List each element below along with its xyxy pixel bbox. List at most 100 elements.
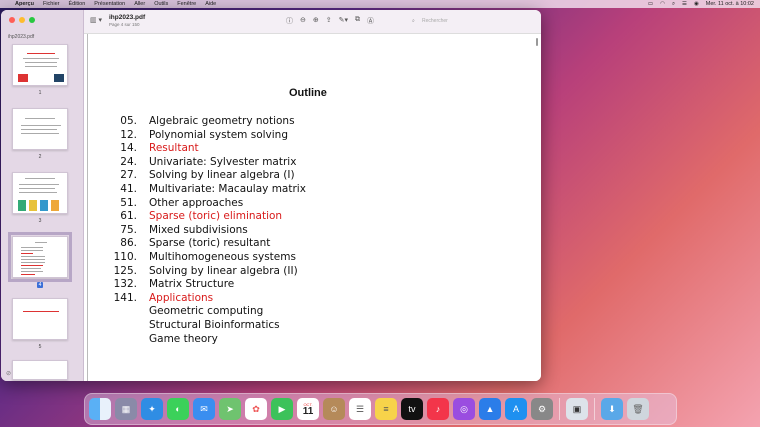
menu-fichier[interactable]: Fichier [43, 1, 60, 7]
music-icon[interactable]: ♪ [427, 398, 449, 420]
outline-page-number: 51. [120, 196, 137, 209]
outline-label: Sparse (toric) resultant [149, 237, 271, 250]
dock-separator [559, 398, 560, 420]
share-icon[interactable]: ⇪ [326, 16, 332, 26]
menu-fenetre[interactable]: Fenêtre [177, 1, 196, 7]
outline-page-number: 05. [120, 115, 137, 127]
outline-label: Applications [149, 291, 214, 304]
outline-page-number: 75. [120, 223, 137, 236]
menu-app-name[interactable]: Aperçu [15, 1, 34, 7]
keynote-icon[interactable]: ▲ [479, 398, 501, 420]
toolbar: ▥ ▾ ihp2023.pdf Page 4 sur 150 ⓘ ⊖ ⊕ ⇪ ✎… [84, 10, 541, 34]
menu-outils[interactable]: Outils [154, 1, 168, 7]
outline-label: Resultant [149, 142, 199, 155]
outline-page-number: 61. [120, 210, 137, 223]
menu-bar: Aperçu Fichier Édition Présentation Alle… [0, 0, 760, 8]
reminders-icon[interactable]: ☰ [349, 398, 371, 420]
outline-page-number: 141. [113, 291, 137, 304]
menu-aide[interactable]: Aide [205, 1, 216, 7]
finder-icon[interactable] [89, 398, 111, 420]
selected-page-badge: 4 [36, 282, 44, 288]
sidebar-toggle-icon[interactable]: ▥ ▾ [90, 16, 102, 24]
facetime-icon[interactable]: ▶ [271, 398, 293, 420]
outline-page-number: 24. [120, 155, 137, 168]
launchpad-icon[interactable]: ▦ [115, 398, 137, 420]
window-controls [9, 17, 35, 23]
outline-label: Geometric computing [149, 305, 264, 318]
zoom-button[interactable] [29, 17, 35, 23]
messages-icon[interactable]: ◐ [167, 398, 189, 420]
photos-icon[interactable]: ✿ [245, 398, 267, 420]
siri-icon[interactable]: ◉ [694, 1, 699, 7]
safari-icon[interactable]: ✦ [141, 398, 163, 420]
sidebar-filename: ihp2023.pdf [8, 34, 35, 40]
sidebar-options-icon[interactable]: ⊘ [6, 370, 11, 377]
page-heading: Outline [289, 87, 327, 99]
outline-label: Multihomogeneous systems [149, 251, 296, 263]
page-thumbnail-5[interactable] [12, 298, 68, 340]
outline-page-number: 14. [120, 142, 137, 155]
document-title: ihp2023.pdf [109, 14, 146, 21]
spotlight-icon[interactable]: ⌕ [672, 1, 675, 8]
menu-edition[interactable]: Édition [68, 1, 85, 7]
page-thumbnail-4[interactable] [8, 232, 72, 282]
menu-presentation[interactable]: Présentation [94, 1, 125, 7]
annotate-icon[interactable]: Ⓐ [367, 16, 374, 26]
window-icon[interactable]: ⧉ [355, 16, 360, 26]
mail-icon[interactable]: ✉ [193, 398, 215, 420]
markup-pen-icon[interactable]: ✎▾ [339, 16, 348, 26]
close-button[interactable] [9, 17, 15, 23]
appstore-icon[interactable]: A [505, 398, 527, 420]
trash-icon[interactable]: 🗑 [627, 398, 649, 420]
menu-aller[interactable]: Aller [134, 1, 145, 7]
outline-label: Other approaches [149, 196, 244, 209]
outline-page-number: 12. [120, 128, 137, 141]
contacts-icon[interactable]: ☺ [323, 398, 345, 420]
calendar-icon[interactable]: OCT. 11 [297, 398, 319, 420]
battery-icon[interactable]: ▭ [648, 1, 653, 7]
preview-window: ihp2023.pdf 1 2 3 4 5 ⊘ ▥ ▾ ihp2023.pdf … [1, 10, 541, 381]
podcasts-icon[interactable]: ◎ [453, 398, 475, 420]
page-number-2: 2 [38, 154, 42, 160]
outline-label: Game theory [149, 332, 218, 345]
outline-page-number: 125. [113, 264, 137, 277]
page-number-5: 5 [38, 344, 42, 350]
page-indicator: Page 4 sur 150 [109, 22, 140, 27]
search-icon: ⌕ [412, 18, 415, 24]
appletv-icon[interactable]: tv [401, 398, 423, 420]
page-thumbnail-6[interactable] [12, 360, 68, 380]
settings-icon[interactable]: ⚙ [531, 398, 553, 420]
search-placeholder: Rechercher [422, 18, 448, 24]
outline-page-number: 132. [113, 278, 137, 291]
control-center-icon[interactable]: ☰ [682, 1, 687, 7]
maps-icon[interactable]: ➤ [219, 398, 241, 420]
minimize-button[interactable] [19, 17, 25, 23]
dock: ▦ ✦ ◐ ✉ ➤ ✿ ▶ OCT. 11 ☺ ☰ ≡ tv ♪ ◎ ▲ A ⚙… [84, 393, 677, 425]
page-thumbnail-3[interactable] [12, 172, 68, 214]
zoom-out-icon[interactable]: ⊖ [300, 16, 306, 26]
wifi-icon[interactable]: ◠ [660, 1, 665, 7]
zoom-in-icon[interactable]: ⊕ [313, 16, 319, 26]
calendar-day: 11 [302, 405, 314, 417]
document-view[interactable]: Outline 05. Algebraic geometry notions 12.… [84, 34, 541, 381]
info-icon[interactable]: ⓘ [286, 16, 293, 26]
page-number-4: 4 [12, 282, 68, 288]
toolbar-icons: ⓘ ⊖ ⊕ ⇪ ✎▾ ⧉ Ⓐ [286, 16, 374, 26]
outline-page-number: 110. [113, 251, 137, 263]
outline-page-number: 86. [120, 237, 137, 250]
sidebar: ihp2023.pdf 1 2 3 4 5 ⊘ [1, 10, 84, 381]
search-field[interactable]: ⌕ Rechercher [410, 16, 530, 27]
page-number-1: 1 [38, 90, 42, 96]
preview-icon[interactable]: ▣ [566, 398, 588, 420]
outline-label: Polynomial system solving [149, 128, 288, 141]
scrollbar[interactable] [536, 38, 538, 46]
outline-label: Univariate: Sylvester matrix [149, 155, 297, 168]
downloads-icon[interactable]: ⬇ [601, 398, 623, 420]
page-thumbnail-2[interactable] [12, 108, 68, 150]
notes-icon[interactable]: ≡ [375, 398, 397, 420]
page-number-3: 3 [38, 218, 42, 224]
outline-label: Solving by linear algebra (I) [149, 169, 295, 182]
status-area: ▭ ◠ ⌕ ☰ ◉ Mer. 11 oct. à 10:02 [648, 1, 754, 8]
clock[interactable]: Mer. 11 oct. à 10:02 [706, 1, 754, 7]
page-thumbnail-1[interactable] [12, 44, 68, 86]
